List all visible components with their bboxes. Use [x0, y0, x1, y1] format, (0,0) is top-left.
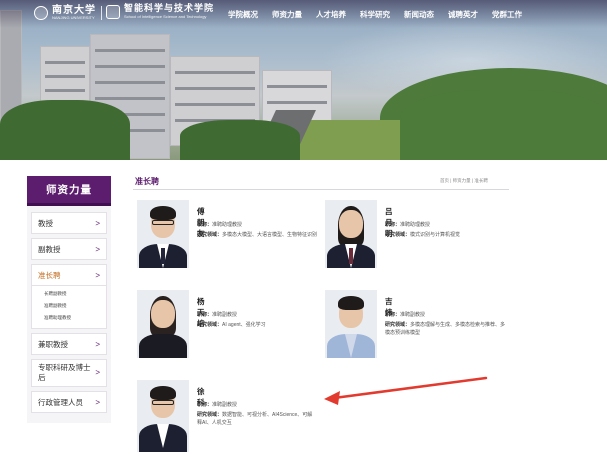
- nav-careers[interactable]: 诚聘英才: [448, 9, 478, 20]
- submenu-tenure-track-assistant-professor[interactable]: 准聘助理教授: [44, 312, 100, 324]
- sidebar-submenu: 长聘副教授 准聘副教授 准聘助理教授: [31, 286, 107, 329]
- breadcrumb: 首页 | 师资力量 | 准长聘: [440, 178, 488, 183]
- sidebar-item-research-postdoc[interactable]: 专职科研及博士后 >: [31, 359, 107, 387]
- university-logo[interactable]: 南京大学 NANJING UNIVERSITY: [34, 5, 96, 20]
- page-title: 准长聘: [135, 177, 159, 186]
- nav-research[interactable]: 科学研究: [360, 9, 390, 20]
- submenu-tenured-associate-professor[interactable]: 长聘副教授: [44, 288, 100, 300]
- sidebar-item-administrative-staff[interactable]: 行政管理人员 >: [31, 391, 107, 413]
- chevron-right-icon: >: [95, 368, 100, 378]
- faculty-title: 职称：准聘助理教授: [385, 222, 431, 228]
- logo-divider: [101, 6, 102, 20]
- faculty-photo: [137, 380, 189, 452]
- chevron-right-icon: >: [95, 339, 100, 349]
- faculty-photo: [325, 200, 377, 268]
- faculty-title: 职称：准聘助理教授: [197, 222, 243, 228]
- chevron-right-icon: >: [95, 270, 100, 280]
- nav-about[interactable]: 学院概况: [228, 9, 258, 20]
- chevron-right-icon: >: [95, 218, 100, 228]
- sidebar-item-professor[interactable]: 教授 >: [31, 212, 107, 234]
- faculty-research: 研究领域：AI agent、强化学习: [197, 322, 266, 328]
- faculty-photo: [325, 290, 377, 358]
- nav-faculty[interactable]: 师资力量: [272, 9, 302, 20]
- school-emblem-icon: [106, 5, 120, 20]
- nav-education[interactable]: 人才培养: [316, 9, 346, 20]
- faculty-photo: [137, 200, 189, 268]
- chevron-right-icon: >: [95, 244, 100, 254]
- submenu-tenure-track-associate-professor[interactable]: 准聘副教授: [44, 300, 100, 312]
- faculty-title: 职称：准聘副教授: [385, 312, 426, 318]
- nav-party-affairs[interactable]: 党群工作: [492, 9, 522, 20]
- faculty-research: 研究领域：模式识别与计算机视觉: [385, 232, 461, 238]
- sidebar-item-adjunct-professor[interactable]: 兼职教授 >: [31, 333, 107, 355]
- sidebar-item-associate-professor[interactable]: 副教授 >: [31, 238, 107, 260]
- chevron-right-icon: >: [95, 397, 100, 407]
- school-name-en: School of Intelligence Science and Techn…: [124, 13, 207, 19]
- annotation-arrow-icon: [324, 376, 488, 405]
- campus-banner: 南京大学 NANJING UNIVERSITY 智能科学与技术学院 School…: [0, 0, 607, 160]
- faculty-research: 研究领域：多模态大模型、大语言模型、生物特征识别: [197, 232, 318, 238]
- sidebar-item-tenure-track[interactable]: 准长聘 >: [31, 264, 107, 286]
- trees: [0, 100, 130, 160]
- trees: [400, 90, 607, 160]
- faculty-title: 职称：准聘副教授: [197, 402, 238, 408]
- faculty-photo: [137, 290, 189, 358]
- main-nav: 学院概况 师资力量 人才培养 科学研究 新闻动态 诚聘英才 党群工作: [228, 9, 536, 20]
- faculty-research: 研究领域：多模态理解与生成、多模态检索与推荐、多模态预训练模型: [385, 322, 506, 336]
- sidebar-title: 师资力量: [27, 176, 111, 206]
- sidebar-menu: 教授 > 副教授 > 准长聘 > 长聘副教授 准聘副教授 准聘助理教授 兼职教授…: [27, 206, 111, 423]
- nav-news[interactable]: 新闻动态: [404, 9, 434, 20]
- university-seal-icon: [34, 5, 48, 20]
- faculty-research: 研究领域：数据智能、可视分析、AI4Science、可解释AI、人机交互: [197, 412, 313, 426]
- sidebar: 师资力量 教授 > 副教授 > 准长聘 > 长聘副教授 准聘副教授 准聘助理教授…: [27, 176, 111, 423]
- trees: [180, 120, 300, 160]
- university-name-en: NANJING UNIVERSITY: [52, 15, 95, 20]
- faculty-title: 职称：准聘副教授: [197, 312, 238, 318]
- school-logo[interactable]: 智能科学与技术学院 School of Intelligence Science…: [106, 4, 214, 20]
- title-divider: [133, 189, 509, 190]
